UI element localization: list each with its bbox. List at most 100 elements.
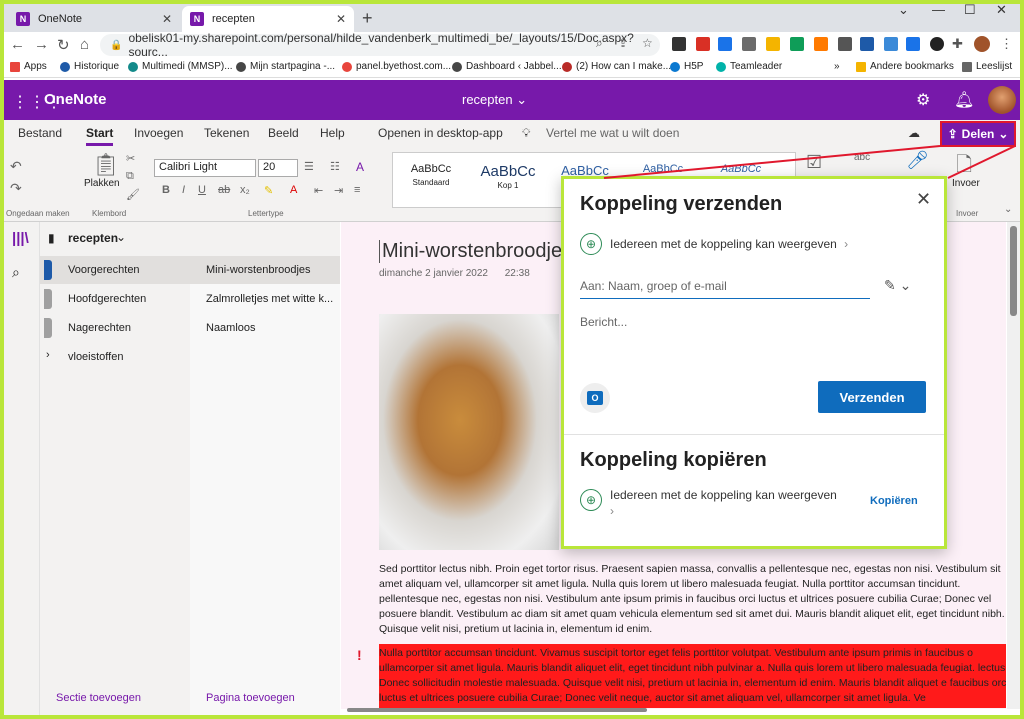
recipient-input[interactable]: Aan: Naam, groep of e-mail xyxy=(580,275,870,299)
eyedropper-extension-icon[interactable] xyxy=(672,37,686,51)
page-title[interactable]: Mini-worstenbroodje xyxy=(379,240,562,263)
notebook-bar[interactable]: ▮ recepten ⌄ xyxy=(40,222,340,256)
extension-icon[interactable] xyxy=(742,37,756,51)
section-group-vloeistoffen[interactable]: › vloeistoffen xyxy=(40,343,190,371)
paste-label[interactable]: Plakken xyxy=(84,178,120,189)
copy-button[interactable]: Kopiëren xyxy=(870,495,918,507)
close-icon[interactable]: ✕ xyxy=(916,189,931,210)
maximize-icon[interactable]: ☐ xyxy=(964,2,976,18)
reload-icon[interactable]: ↻ xyxy=(57,36,70,54)
insert-label[interactable]: Invoer xyxy=(952,178,980,189)
copy-icon[interactable]: ⧉ xyxy=(126,170,134,183)
bookmark-teamleader[interactable]: Teamleader xyxy=(716,61,782,72)
user-avatar[interactable] xyxy=(988,86,1016,114)
notebooks-icon[interactable]: |||\ xyxy=(12,230,29,247)
italic-icon[interactable]: I xyxy=(182,184,185,196)
other-bookmarks[interactable]: Andere bookmarks xyxy=(856,61,954,72)
style-kop-3[interactable]: AaBbCc xyxy=(633,163,693,175)
highlighted-paragraph[interactable]: Nulla porttitor accumsan tincidunt. Viva… xyxy=(379,644,1006,708)
bookmark-h5p[interactable]: H5P xyxy=(670,61,703,72)
reading-list[interactable]: Leeslijst xyxy=(962,61,1012,72)
cut-icon[interactable]: ✂ xyxy=(126,152,135,165)
bullet-list-icon[interactable]: ☰ xyxy=(304,160,314,173)
browser-tab-onenote[interactable]: N OneNote ✕ xyxy=(8,6,180,32)
spelling-icon[interactable]: abc xyxy=(854,152,870,163)
new-tab-button[interactable]: + xyxy=(362,8,373,29)
url-bar[interactable]: 🔒 obelisk01-my.sharepoint.com/personal/h… xyxy=(100,31,660,59)
underline-icon[interactable]: U xyxy=(198,184,206,196)
profile-avatar[interactable] xyxy=(974,36,990,52)
redo-icon[interactable]: ↷ xyxy=(10,180,22,197)
section-item-hoofdgerechten[interactable]: Hoofdgerechten xyxy=(40,285,190,313)
extension-icon[interactable] xyxy=(814,37,828,51)
format-painter-icon[interactable]: 🖌︎ xyxy=(126,188,140,201)
extension-icon[interactable] xyxy=(930,37,944,51)
close-tab-icon[interactable]: ✕ xyxy=(162,12,172,26)
scroll-thumb[interactable] xyxy=(347,708,647,712)
extension-icon[interactable] xyxy=(790,37,804,51)
bookmark-startpagina[interactable]: Mijn startpagina -... xyxy=(236,61,335,72)
highlight-icon[interactable]: ✎ xyxy=(264,184,273,197)
style-kop-1[interactable]: AaBbCc Kop 1 xyxy=(475,163,541,190)
bookmark-byethost[interactable]: panel.byethost.com... xyxy=(342,61,451,72)
extension-icon[interactable] xyxy=(906,37,920,51)
section-item-voorgerechten[interactable]: Voorgerechten xyxy=(40,256,190,284)
style-standaard[interactable]: AaBbCc Standaard xyxy=(403,163,459,187)
tag-checkbox-icon[interactable]: ☑ xyxy=(806,152,822,173)
close-tab-icon[interactable]: ✕ xyxy=(336,12,346,26)
extensions-puzzle-icon[interactable]: ✚ xyxy=(952,36,963,52)
bell-icon[interactable]: 🔔︎ xyxy=(954,90,974,110)
bold-icon[interactable]: B xyxy=(162,184,170,196)
bookmark-how-can-i[interactable]: (2) How can I make... xyxy=(562,61,671,72)
gear-icon[interactable]: ⚙ xyxy=(916,90,930,110)
page-item[interactable]: Naamloos xyxy=(190,314,340,342)
link-permission-setting[interactable]: Iedereen met de koppeling kan weergeven … xyxy=(610,237,848,251)
extension-icon[interactable] xyxy=(838,37,852,51)
clear-format-icon[interactable]: A xyxy=(356,160,364,174)
body-paragraph[interactable]: Sed porttitor lectus nibh. Proin eget to… xyxy=(379,562,1006,637)
copy-link-permission-setting[interactable]: Iedereen met de koppeling kan weergeven … xyxy=(610,487,850,519)
home-icon[interactable]: ⌂ xyxy=(80,36,89,53)
zoom-icon[interactable]: ⌕ xyxy=(596,36,603,51)
browser-tab-recepten[interactable]: N recepten ✕ xyxy=(182,6,354,32)
link-settings-icon[interactable]: ✎ ⌄ xyxy=(884,277,911,294)
tab-search-icon[interactable]: ⌄ xyxy=(898,2,909,18)
scroll-thumb[interactable] xyxy=(1010,226,1017,316)
indent-icon[interactable]: ⇥ xyxy=(334,184,343,197)
add-page-link[interactable]: Pagina toevoegen xyxy=(206,692,295,704)
message-input[interactable]: Bericht... xyxy=(580,315,627,329)
strikethrough-icon[interactable]: ab xyxy=(218,184,230,196)
minimize-icon[interactable]: — xyxy=(932,2,945,17)
undo-icon[interactable]: ↶ xyxy=(10,158,22,175)
extension-icon[interactable] xyxy=(766,37,780,51)
tell-me-search[interactable]: Vertel me wat u wilt doen xyxy=(546,126,679,140)
bookmark-apps[interactable]: Apps xyxy=(10,61,47,72)
bookmark-multimedi[interactable]: Multimedi (MMSP)... xyxy=(128,61,233,72)
app-name[interactable]: OneNote xyxy=(44,91,107,108)
font-color-icon[interactable]: A xyxy=(290,184,297,196)
dictate-microphone-icon[interactable]: 🎤︎ xyxy=(906,150,929,171)
bookmark-dashboard[interactable]: Dashboard ‹ Jabbel... xyxy=(452,61,562,72)
tab-invoegen[interactable]: Invoegen xyxy=(134,126,183,140)
clipboard-icon[interactable]: 📋︎ xyxy=(92,152,120,178)
extension-icon[interactable] xyxy=(884,37,898,51)
outdent-icon[interactable]: ⇤ xyxy=(314,184,323,197)
outlook-icon[interactable]: O xyxy=(580,383,610,413)
numbered-list-icon[interactable]: ☷ xyxy=(330,160,340,173)
tab-tekenen[interactable]: Tekenen xyxy=(204,126,249,140)
page-item[interactable]: Zalmrolletjes met witte k... xyxy=(190,285,340,313)
tab-start[interactable]: Start xyxy=(86,126,114,146)
send-button[interactable]: Verzenden xyxy=(818,381,926,413)
open-desktop-app-link[interactable]: Openen in desktop-app xyxy=(378,126,503,140)
more-bookmarks-button[interactable]: » xyxy=(834,61,840,72)
tab-help[interactable]: Help xyxy=(320,126,345,140)
horizontal-scrollbar[interactable] xyxy=(341,706,1006,714)
tab-beeld[interactable]: Beeld xyxy=(268,126,299,140)
share-button[interactable]: ⇪ Delen ⌄ xyxy=(940,121,1016,147)
font-name-select[interactable]: Calibri Light xyxy=(154,159,256,177)
vertical-scrollbar[interactable] xyxy=(1007,222,1020,709)
window-close-icon[interactable]: ✕ xyxy=(996,2,1007,18)
section-item-nagerechten[interactable]: Nagerechten xyxy=(40,314,190,342)
browser-menu-icon[interactable]: ⋮ xyxy=(1000,36,1013,52)
bookmark-star-icon[interactable]: ☆ xyxy=(642,36,653,50)
